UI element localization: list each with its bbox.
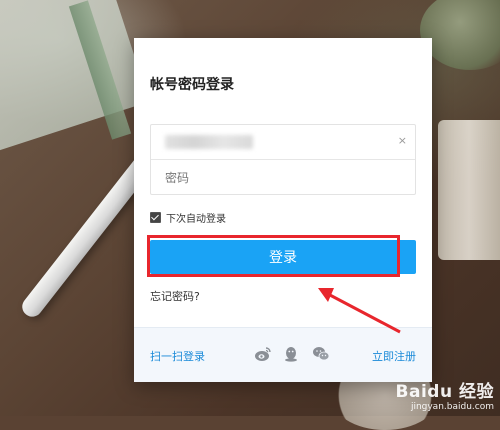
account-input[interactable]: × [151, 125, 415, 159]
annotation-arrow [318, 288, 401, 334]
watermark-brand: Baidu 经验 [395, 382, 494, 402]
account-value-blurred [165, 135, 253, 149]
password-placeholder: 密码 [165, 170, 190, 185]
qq-icon[interactable] [282, 345, 300, 363]
remember-checkbox[interactable] [150, 212, 161, 223]
remember-me[interactable]: 下次自动登录 [150, 210, 226, 225]
credential-fields: × 密码 [150, 124, 416, 195]
background-pot [438, 120, 500, 260]
annotation-highlight-box [147, 235, 400, 277]
watermark: Baidu 经验 jingyan.baidu.com [396, 377, 494, 412]
password-input[interactable]: 密码 [151, 159, 415, 194]
background-plant [420, 0, 500, 70]
forgot-password-link[interactable]: 忘记密码? [150, 288, 200, 304]
remember-label: 下次自动登录 [166, 214, 226, 225]
login-title: 帐号密码登录 [150, 77, 234, 93]
clear-icon[interactable]: × [398, 134, 407, 147]
weibo-icon[interactable] [254, 345, 272, 363]
register-link[interactable]: 立即注册 [372, 348, 416, 364]
watermark-url: jingyan.baidu.com [410, 402, 494, 412]
wechat-icon[interactable] [312, 345, 330, 363]
scan-login-link[interactable]: 扫一扫登录 [150, 348, 205, 364]
